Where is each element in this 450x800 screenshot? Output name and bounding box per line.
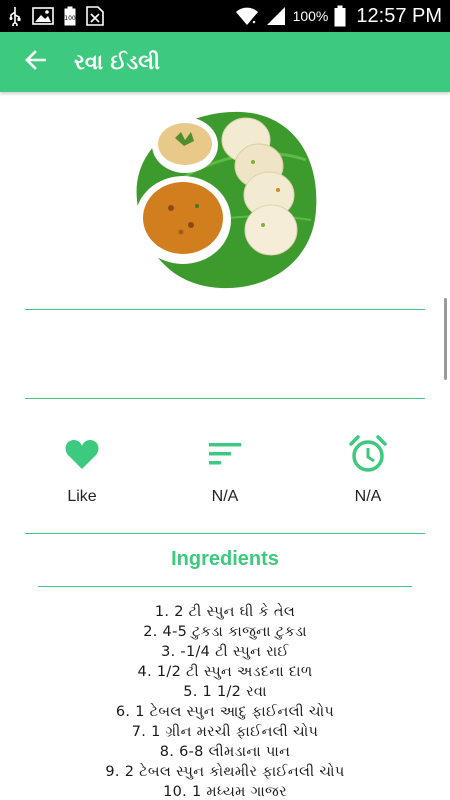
ingredients-list: 1. 2 ટી સ્પુન ઘી કે તેલ 2. 4-5 ટુકડા કાજ… — [0, 602, 450, 800]
page-title: રવા ઈડલી — [74, 49, 161, 74]
ingredients-title: Ingredients — [171, 548, 279, 570]
svg-text:100: 100 — [64, 15, 76, 22]
time-label: N/A — [354, 488, 382, 505]
servings-stat: N/A — [165, 430, 285, 506]
list-item: 4. 1/2 ટી સ્પુન અડદના દાળ — [137, 664, 313, 680]
like-label: Like — [67, 488, 97, 505]
wifi-icon — [235, 6, 259, 26]
sort-lines-icon — [208, 430, 242, 478]
battery-icon — [334, 5, 346, 27]
back-button[interactable] — [0, 32, 70, 92]
list-item: 1. 2 ટી સ્પુન ઘી કે તેલ — [154, 604, 296, 620]
divider-middle — [25, 398, 425, 399]
sim-card-icon — [86, 6, 104, 26]
list-item: 10. 1 મધ્યમ ગાજર — [163, 784, 287, 800]
list-item: 7. 1 ગ્રીન મરચી ફાઈનલી ચોપ — [131, 724, 319, 740]
app-bar: રવા ઈડલી — [0, 32, 450, 92]
divider-stats — [25, 533, 425, 534]
divider-top — [25, 309, 425, 310]
clock: 12:57 PM — [356, 4, 442, 27]
servings-label: N/A — [211, 488, 239, 505]
list-item: 2. 4-5 ટુકડા કાજુના ટુકડા — [143, 624, 307, 640]
like-stat[interactable]: Like — [22, 430, 142, 506]
status-bar: 100 100% 12:57 PM — [0, 0, 450, 32]
usb-icon — [8, 6, 22, 26]
battery-percent: 100% — [292, 8, 329, 24]
list-item: 8. 6-8 લીમડાના પાન — [159, 744, 291, 760]
time-stat: N/A — [308, 430, 428, 506]
image-icon — [32, 7, 54, 25]
alarm-clock-icon — [349, 430, 387, 478]
list-item: 9. 2 ટેબલ સ્પુન કોથમીર ફાઈનલી ચોપ — [105, 764, 345, 780]
list-item: 5. 1 1/2 રવા — [183, 684, 267, 700]
arrow-left-icon — [24, 49, 47, 75]
scrollbar[interactable] — [444, 298, 447, 380]
list-item: 6. 1 ટેબલ સ્પુન આદુ ફાઈનલી ચોપ — [115, 704, 335, 720]
recipe-photo — [131, 100, 320, 290]
battery-full-small-icon: 100 — [64, 6, 76, 26]
list-item: 3. -1/4 ટી સ્પુન રાઈ — [161, 644, 289, 660]
divider-ingredients — [38, 586, 412, 587]
recipe-stats: Like N/A N/A — [0, 430, 450, 520]
signal-icon — [265, 6, 287, 26]
heart-icon — [65, 430, 99, 478]
